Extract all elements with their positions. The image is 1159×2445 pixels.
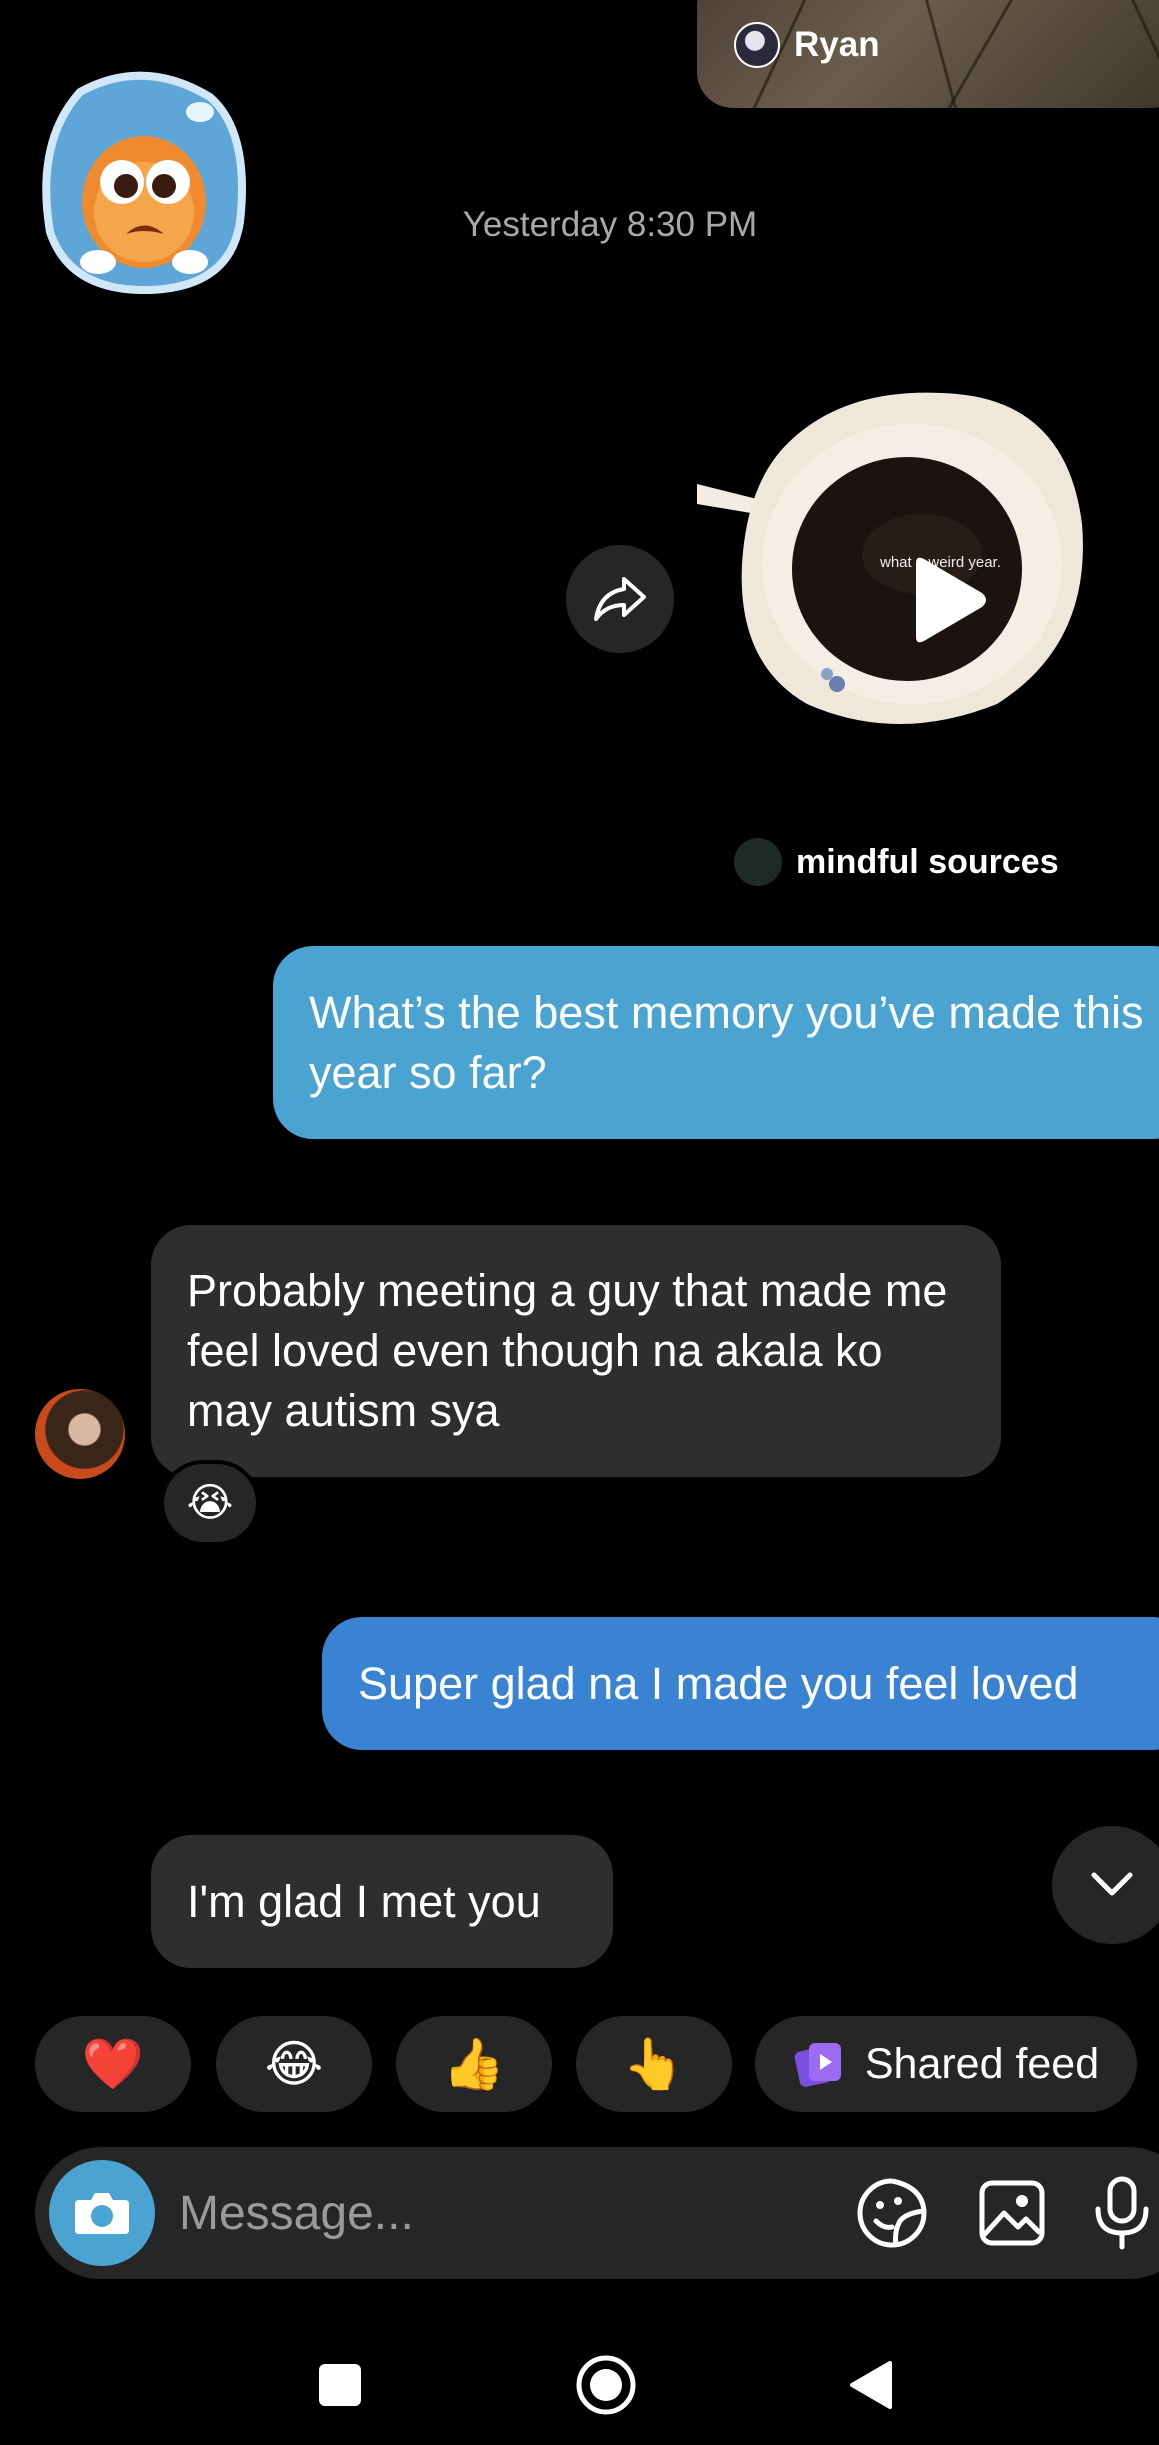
avatar[interactable] bbox=[734, 22, 780, 68]
camera-button[interactable] bbox=[49, 2160, 155, 2266]
gallery-button[interactable] bbox=[975, 2176, 1049, 2250]
quick-reply-thumbs-up[interactable]: 👍 bbox=[396, 2016, 552, 2112]
share-button[interactable] bbox=[566, 545, 674, 653]
voice-button[interactable] bbox=[1085, 2176, 1159, 2250]
message-timestamp: Yesterday 8:30 PM bbox=[462, 205, 758, 244]
camera-icon bbox=[75, 2193, 129, 2234]
system-navigation-bar bbox=[0, 2320, 1159, 2445]
message-text: I'm glad I met you bbox=[187, 1875, 541, 1927]
sticker-icon bbox=[857, 2178, 927, 2248]
dm-thread-screen: Ryan Yesterday 8:30 PM what a weird year… bbox=[0, 0, 1159, 2445]
incoming-message-bubble[interactable]: Probably meeting a guy that made me feel… bbox=[151, 1225, 1001, 1477]
back-triangle-icon bbox=[850, 2361, 892, 2409]
top-reel-preview[interactable]: Ryan bbox=[697, 0, 1159, 108]
message-text: Super glad na I made you feel loved bbox=[358, 1657, 1079, 1709]
avatar[interactable] bbox=[35, 1389, 125, 1479]
reel-user[interactable]: Ryan bbox=[734, 22, 880, 68]
recents-button[interactable] bbox=[305, 2350, 375, 2420]
chevron-down-icon bbox=[1091, 1872, 1133, 1896]
play-icon[interactable] bbox=[908, 555, 988, 645]
reel-username: Ryan bbox=[794, 25, 880, 64]
message-composer bbox=[35, 2147, 1159, 2279]
home-circle-icon bbox=[576, 2355, 636, 2415]
back-button[interactable] bbox=[835, 2350, 905, 2420]
message-text: Probably meeting a guy that made me feel… bbox=[187, 1265, 948, 1436]
shared-feed-icon bbox=[794, 2043, 841, 2087]
gallery-icon bbox=[979, 2180, 1045, 2246]
source-name: mindful sources bbox=[796, 842, 1059, 881]
message-reaction[interactable]: 😭 bbox=[160, 1460, 260, 1546]
message-text: What’s the best memory you’ve made this … bbox=[309, 986, 1144, 1098]
square-icon bbox=[319, 2364, 361, 2406]
quick-reply-heart[interactable]: ❤️ bbox=[35, 2016, 191, 2112]
microphone-icon bbox=[1095, 2176, 1149, 2250]
scroll-to-bottom-button[interactable] bbox=[1052, 1826, 1159, 1944]
quick-reply-point-up[interactable]: 👆 bbox=[576, 2016, 732, 2112]
shared-feed-label: Shared feed bbox=[864, 2039, 1100, 2088]
reel-source[interactable]: mindful sources bbox=[734, 838, 1059, 886]
share-arrow-icon bbox=[594, 577, 646, 621]
crying-blob-sticker[interactable] bbox=[40, 62, 248, 294]
home-button[interactable] bbox=[571, 2350, 641, 2420]
source-avatar bbox=[734, 838, 782, 886]
shared-feed-button[interactable]: Shared feed bbox=[755, 2016, 1137, 2112]
quick-reply-laugh[interactable]: 😂 bbox=[216, 2016, 372, 2112]
outgoing-message-bubble[interactable]: What’s the best memory you’ve made this … bbox=[273, 946, 1159, 1139]
outgoing-message-bubble[interactable]: Super glad na I made you feel loved bbox=[322, 1617, 1159, 1750]
incoming-message-bubble[interactable]: I'm glad I met you bbox=[151, 1835, 613, 1968]
message-input[interactable] bbox=[179, 2177, 829, 2249]
sticker-button[interactable] bbox=[855, 2176, 929, 2250]
